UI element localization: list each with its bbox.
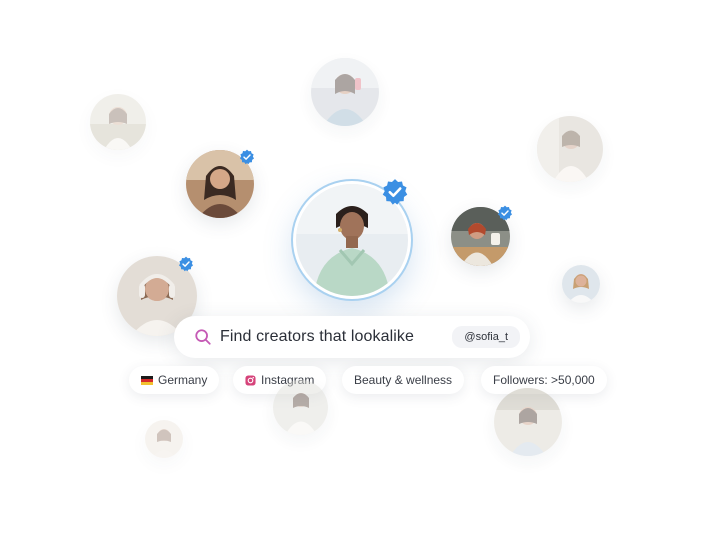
filter-chip-followers[interactable]: Followers: >50,000	[481, 366, 607, 394]
creator-avatar[interactable]	[145, 420, 183, 458]
filter-chip-category[interactable]: Beauty & wellness	[342, 366, 465, 394]
filter-chip-row: Germany Instagram Beauty & wellness Foll…	[0, 366, 723, 394]
verified-badge-icon	[497, 205, 513, 221]
creator-avatar[interactable]	[537, 116, 603, 182]
creator-avatar[interactable]	[494, 388, 562, 456]
search-icon	[194, 328, 212, 346]
search-input[interactable]: Find creators that lookalike	[220, 328, 452, 346]
verified-badge-icon	[178, 256, 194, 272]
instagram-icon	[245, 374, 256, 386]
creator-avatar[interactable]	[273, 380, 328, 435]
creator-handle-chip[interactable]: @sofia_t	[452, 326, 520, 348]
search-bar[interactable]: Find creators that lookalike @sofia_t	[174, 316, 530, 358]
creator-avatar[interactable]	[311, 58, 379, 126]
creator-search-illustration: Find creators that lookalike @sofia_t Ge…	[0, 0, 723, 546]
creator-avatar[interactable]	[90, 94, 146, 150]
creator-avatar[interactable]	[562, 265, 600, 303]
filter-chip-country[interactable]: Germany	[129, 366, 220, 394]
verified-badge-icon	[381, 178, 409, 206]
germany-flag-icon	[141, 375, 153, 385]
verified-badge-icon	[239, 149, 255, 165]
filter-chip-label: Beauty & wellness	[354, 373, 453, 387]
filter-chip-label: Germany	[158, 373, 208, 387]
filter-chip-label: Followers: >50,000	[493, 373, 595, 387]
